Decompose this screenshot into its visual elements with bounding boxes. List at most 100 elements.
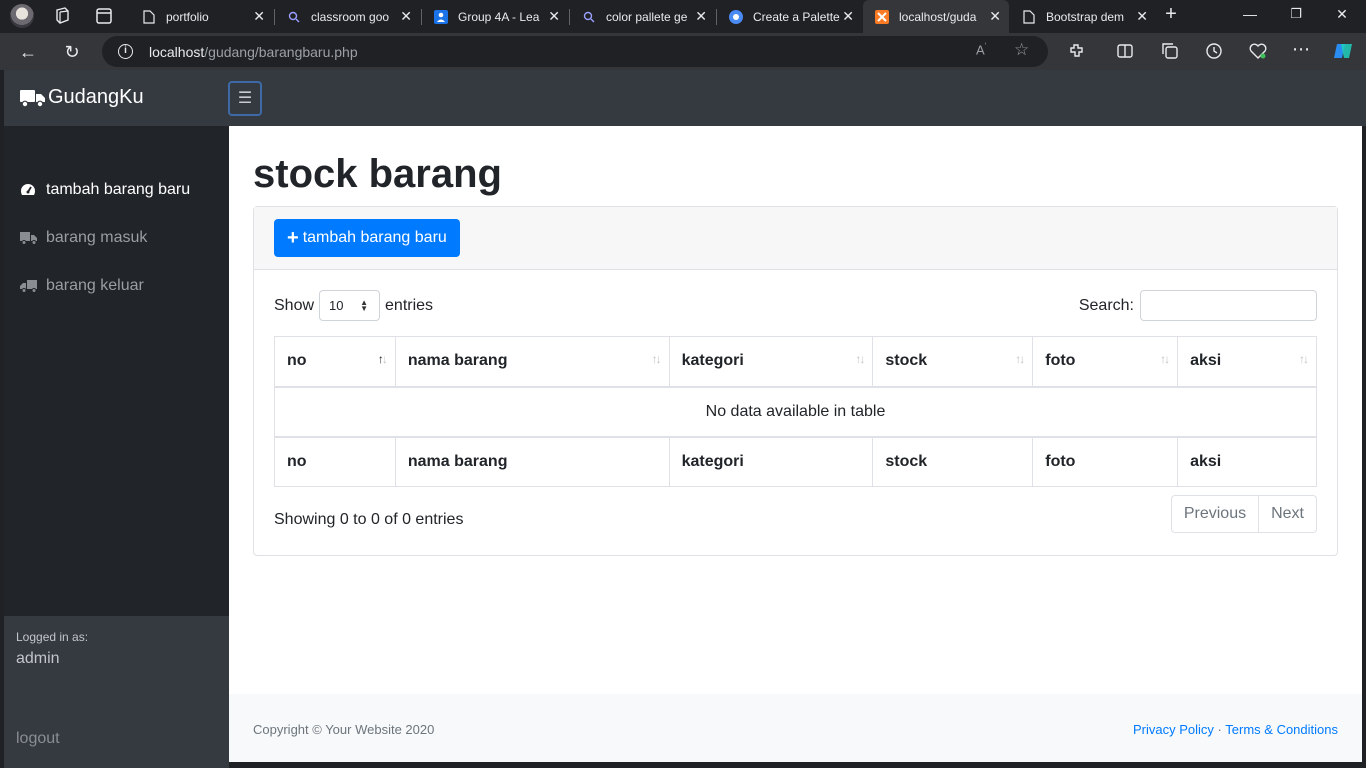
- browser-tab-active[interactable]: localhost/guda ✕: [863, 0, 1009, 33]
- copilot-icon[interactable]: [1332, 40, 1354, 62]
- xampp-icon: [875, 9, 889, 24]
- page-title: stock barang: [253, 152, 502, 196]
- column-header-nama-barang[interactable]: nama barang ↑↓: [394, 336, 670, 388]
- read-aloud-icon[interactable]: Aʼ: [976, 42, 986, 57]
- sidebar-toggle-button[interactable]: ☰: [228, 81, 262, 116]
- split-screen-icon[interactable]: [1116, 42, 1134, 60]
- username: admin: [16, 650, 60, 667]
- navbar-brand[interactable]: GudangKu: [20, 86, 144, 109]
- tachometer-icon: [20, 182, 38, 198]
- site-info-icon[interactable]: i: [118, 44, 133, 59]
- tab-actions-icon[interactable]: [94, 6, 114, 26]
- url-text[interactable]: localhost/gudang/barangbaru.php: [149, 44, 358, 60]
- sort-caret-icon: ▲ ▼: [360, 298, 369, 313]
- footer-separator: ·: [1217, 722, 1222, 737]
- sidebar-item-barang-masuk[interactable]: barang masuk: [20, 226, 147, 250]
- tab-title: classroom goo: [311, 9, 390, 24]
- browser-tab[interactable]: classroom goo ✕: [275, 0, 420, 33]
- plus-icon: +: [287, 227, 299, 249]
- browser-tab[interactable]: color pallete ge ✕: [570, 0, 715, 33]
- privacy-policy-link[interactable]: Privacy Policy: [1133, 722, 1214, 737]
- copyright-text: Copyright © Your Website 2020: [253, 722, 435, 737]
- close-icon[interactable]: ✕: [253, 9, 265, 23]
- minimize-icon[interactable]: —: [1240, 6, 1260, 22]
- close-icon[interactable]: ✕: [989, 9, 1001, 23]
- sort-icon: ↑↓: [1299, 352, 1309, 366]
- browser-tab[interactable]: Group 4A - Lea ✕: [422, 0, 568, 33]
- data-card: + tambah barang baru Show 10 ▲ ▼ entries …: [253, 206, 1338, 556]
- column-header-foto[interactable]: foto ↑↓: [1032, 336, 1179, 388]
- truck-icon: [20, 230, 38, 246]
- column-header-kategori[interactable]: kategori ↑↓: [668, 336, 874, 388]
- browser-tab[interactable]: portfolio ✕: [130, 0, 273, 33]
- logged-in-label: Logged in as:: [16, 630, 89, 644]
- extensions-icon[interactable]: [1068, 42, 1086, 60]
- data-table: no ↑↓ nama barang ↑↓ kategori ↑↓ stock ↑↓ fo…: [274, 336, 1317, 487]
- column-header-stock[interactable]: stock ↑↓: [872, 336, 1034, 388]
- close-icon[interactable]: ✕: [400, 9, 412, 23]
- circle-logo-icon: [729, 9, 743, 24]
- sidebar-item-label: barang keluar: [46, 277, 144, 294]
- favorite-star-icon[interactable]: ☆: [1014, 40, 1029, 60]
- entries-label: entries: [385, 296, 434, 314]
- entries-select[interactable]: 10 ▲ ▼: [319, 290, 381, 321]
- terms-link[interactable]: Terms & Conditions: [1225, 722, 1338, 737]
- truck-icon: [20, 278, 38, 294]
- tab-title: Bootstrap dem: [1046, 9, 1125, 24]
- pagination: Previous Next: [1170, 495, 1317, 533]
- next-page-button[interactable]: Next: [1259, 495, 1317, 533]
- workspaces-icon[interactable]: [52, 6, 72, 26]
- previous-page-button[interactable]: Previous: [1170, 495, 1260, 533]
- page-footer: Copyright © Your Website 2020 Privacy Po…: [229, 694, 1362, 762]
- close-icon[interactable]: ✕: [1136, 9, 1148, 23]
- column-header-no[interactable]: no ↑↓: [274, 336, 396, 388]
- tab-title: Group 4A - Lea: [458, 9, 540, 24]
- close-icon[interactable]: ✕: [548, 9, 560, 23]
- window-close-icon[interactable]: ✕: [1332, 6, 1352, 23]
- browser-toolbar: ← ↻ i localhost/gudang/barangbaru.php Aʼ…: [0, 33, 1366, 70]
- show-label: Show: [274, 296, 315, 314]
- tab-title: Create a Palette: [753, 9, 840, 24]
- column-footer-foto: foto: [1032, 435, 1179, 487]
- top-navbar: GudangKu ☰: [4, 70, 1366, 126]
- history-icon[interactable]: [1205, 42, 1223, 60]
- column-footer-aksi: aksi: [1177, 435, 1317, 487]
- new-tab-icon[interactable]: +: [1161, 3, 1181, 26]
- entries-select-value: 10: [329, 298, 344, 313]
- page-icon: [1022, 9, 1036, 24]
- search-input[interactable]: [1140, 290, 1317, 321]
- column-header-label: kategori: [681, 352, 744, 370]
- address-bar[interactable]: i localhost/gudang/barangbaru.php Aʼ ☆: [102, 36, 1048, 67]
- close-icon[interactable]: ✕: [695, 9, 707, 23]
- browser-tab-strip: portfolio ✕ classroom goo ✕ Group 4A - L…: [0, 0, 1366, 33]
- browser-tab[interactable]: Create a Palette ✕: [717, 0, 862, 33]
- add-item-button[interactable]: + tambah barang baru: [274, 219, 460, 257]
- sidebar-item-barang-keluar[interactable]: barang keluar: [20, 274, 144, 298]
- sidebar-item-tambah-barang-baru[interactable]: tambah barang baru: [20, 178, 190, 202]
- close-icon[interactable]: ✕: [842, 9, 854, 23]
- browser-tab[interactable]: Bootstrap dem ✕: [1010, 0, 1156, 33]
- column-footer-kategori: kategori: [668, 435, 874, 487]
- logout-link[interactable]: logout: [16, 730, 60, 748]
- tab-title: portfolio: [166, 9, 209, 24]
- collections-icon[interactable]: [1161, 42, 1179, 60]
- truck-icon: [20, 89, 45, 107]
- main-content: stock barang + tambah barang baru Show 1…: [229, 126, 1362, 762]
- more-menu-icon[interactable]: ⋯: [1290, 38, 1312, 60]
- sort-icon: ↑↓: [651, 352, 662, 366]
- url-path: /gudang/barangbaru.php: [204, 44, 358, 60]
- table-search: Search:: [1079, 290, 1317, 321]
- restore-icon[interactable]: ❐: [1286, 6, 1306, 22]
- column-header-label: no: [287, 352, 307, 370]
- table-row: No data available in table: [274, 386, 1317, 437]
- column-header-label: foto: [1045, 352, 1076, 370]
- column-header-label: aksi: [1190, 352, 1222, 370]
- search-label: Search:: [1078, 296, 1134, 314]
- search-icon: [287, 10, 301, 24]
- profile-avatar[interactable]: [10, 4, 34, 28]
- column-header-aksi[interactable]: aksi ↑↓: [1177, 336, 1317, 388]
- back-icon[interactable]: ←: [17, 41, 39, 63]
- column-footer-stock: stock: [872, 435, 1034, 487]
- refresh-icon[interactable]: ↻: [61, 41, 83, 63]
- performance-icon[interactable]: [1249, 42, 1267, 60]
